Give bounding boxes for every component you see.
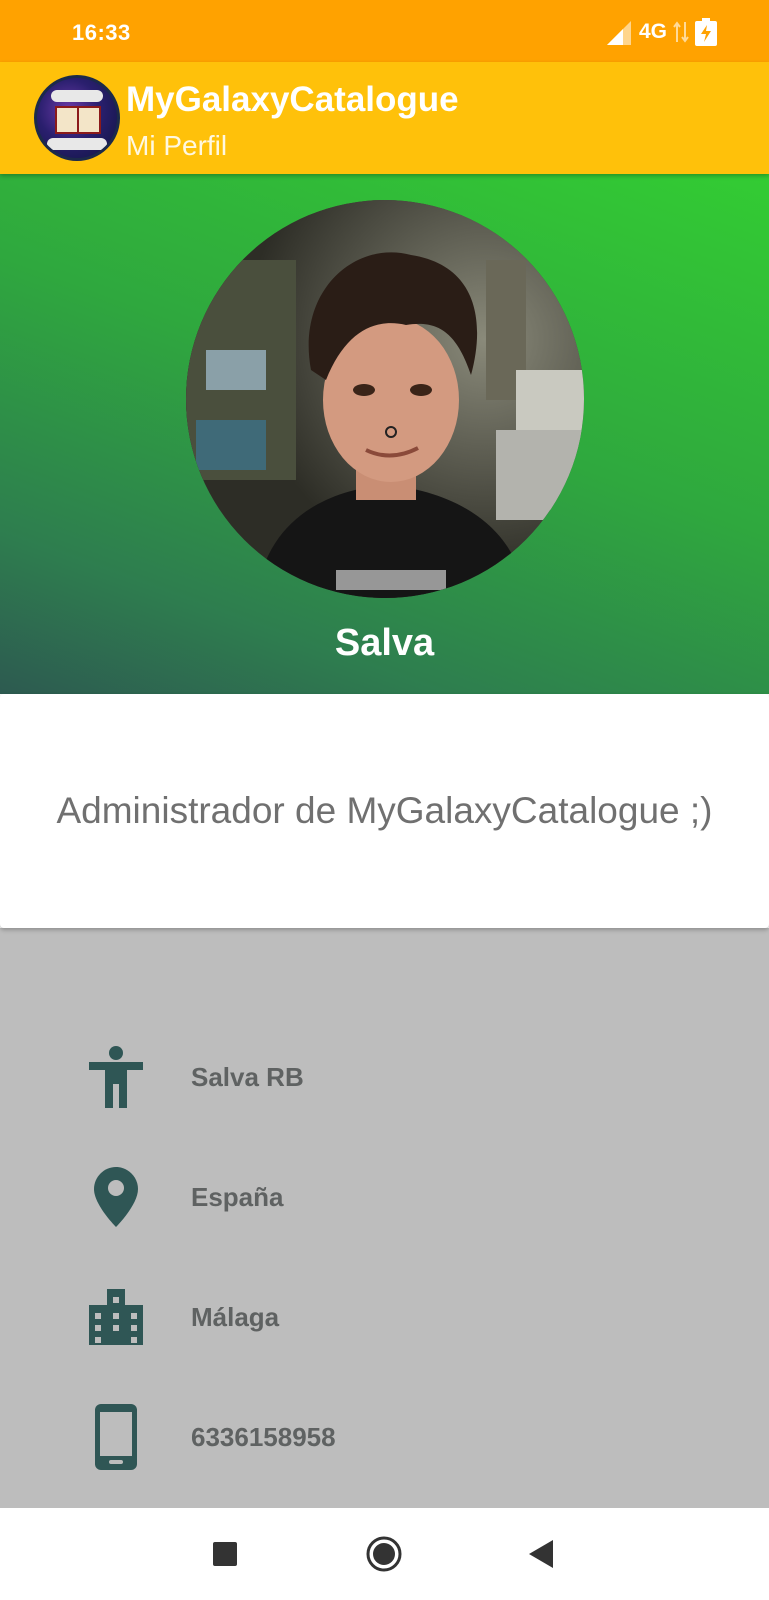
bio-card: Administrador de MyGalaxyCatalogue ;) — [0, 694, 769, 928]
detail-username: Salva RB — [191, 1061, 304, 1092]
detail-row-country: España — [88, 1162, 688, 1232]
battery-charging-icon — [695, 18, 717, 46]
profile-header: Salva — [0, 174, 769, 694]
logo-book-icon — [55, 106, 101, 134]
data-arrows-icon — [673, 21, 689, 43]
logo-banner-top — [51, 90, 103, 102]
status-bar: 16:33 4G — [0, 0, 769, 62]
person-icon — [88, 1042, 144, 1112]
detail-row-username: Salva RB — [88, 1042, 688, 1112]
bio-text: Administrador de MyGalaxyCatalogue ;) — [56, 790, 713, 831]
app-title: MyGalaxyCatalogue — [126, 80, 459, 119]
status-icons: 4G — [605, 18, 717, 46]
recents-icon[interactable] — [205, 1534, 245, 1574]
detail-country: España — [191, 1181, 284, 1212]
system-nav-bar — [0, 1508, 769, 1600]
back-icon[interactable] — [522, 1534, 562, 1574]
profile-avatar[interactable] — [186, 200, 584, 598]
home-icon[interactable] — [364, 1534, 404, 1574]
app-logo[interactable] — [34, 75, 120, 161]
logo-banner-bottom — [47, 138, 107, 150]
detail-row-phone: 6336158958 — [88, 1402, 688, 1472]
location-pin-icon — [88, 1162, 144, 1232]
profile-details: Salva RB España Málaga 6336158958 — [0, 928, 769, 1508]
network-type: 4G — [638, 20, 667, 43]
city-icon — [88, 1282, 144, 1352]
avatar-photo — [186, 200, 584, 598]
signal-icon — [606, 21, 631, 45]
phone-icon — [88, 1402, 144, 1472]
detail-phone: 6336158958 — [191, 1421, 336, 1452]
detail-row-city: Málaga — [88, 1282, 688, 1352]
app-subtitle: Mi Perfil — [126, 130, 228, 161]
profile-name: Salva — [334, 622, 435, 664]
app-bar: MyGalaxyCatalogue Mi Perfil — [0, 62, 769, 174]
detail-city: Málaga — [191, 1301, 280, 1332]
status-time: 16:33 — [72, 20, 131, 45]
